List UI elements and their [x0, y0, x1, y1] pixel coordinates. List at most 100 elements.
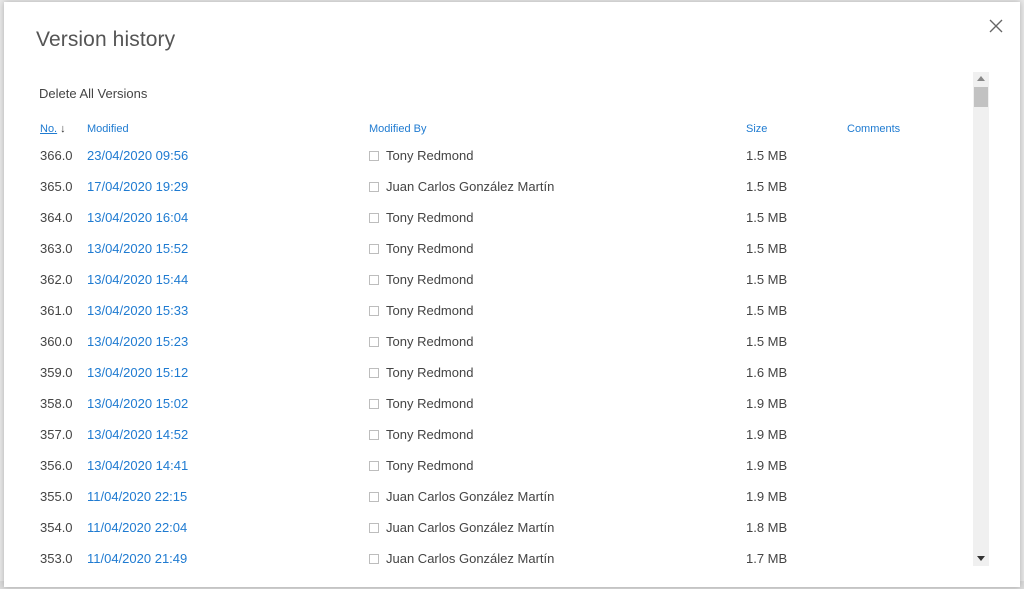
column-header-modified-by[interactable]: Modified By — [369, 118, 746, 140]
table-row: 364.0 13/04/2020 16:04 Tony Redmond 1.5 MB — [36, 202, 970, 233]
table-row: 362.0 13/04/2020 15:44 Tony Redmond 1.5 MB — [36, 264, 970, 295]
version-number: 361.0 — [40, 303, 73, 318]
version-date-link[interactable]: 11/04/2020 21:49 — [87, 551, 187, 566]
size-cell: 1.5 MB — [746, 272, 788, 287]
version-date-link[interactable]: 13/04/2020 15:23 — [87, 334, 188, 349]
version-date-link[interactable]: 11/04/2020 22:15 — [87, 489, 187, 504]
column-header-no-label: No. — [40, 123, 58, 135]
modified-cell: 13/04/2020 16:04 — [87, 202, 369, 233]
user-checkbox[interactable] — [369, 212, 379, 223]
modified-by-name: Tony Redmond — [386, 458, 474, 473]
vertical-scrollbar[interactable] — [973, 72, 989, 566]
version-number: 363.0 — [40, 241, 73, 256]
table-row: 358.0 13/04/2020 15:02 Tony Redmond 1.9 MB — [36, 388, 970, 419]
column-header-comments[interactable]: Comments — [847, 118, 970, 140]
arrow-down-icon: ↓ — [60, 123, 66, 135]
comments-cell — [847, 450, 970, 481]
comments-cell — [847, 388, 970, 419]
version-table: No. ↓ Modified Modified By Size Comments … — [36, 118, 970, 573]
modified-by-cell: Juan Carlos González Martín — [369, 543, 746, 573]
user-checkbox[interactable] — [369, 398, 379, 409]
modified-cell: 23/04/2020 09:56 — [87, 140, 369, 171]
comments-cell — [847, 512, 970, 543]
close-button[interactable] — [986, 16, 1006, 36]
version-number: 365.0 — [40, 179, 73, 194]
user-checkbox[interactable] — [369, 181, 379, 192]
dialog-title: Version history — [36, 28, 176, 51]
version-date-link[interactable]: 23/04/2020 09:56 — [87, 148, 188, 163]
version-number: 356.0 — [40, 458, 73, 473]
modified-by-name: Tony Redmond — [386, 303, 474, 318]
version-date-link[interactable]: 11/04/2020 22:04 — [87, 520, 187, 535]
modified-by-cell: Tony Redmond — [369, 295, 746, 326]
user-checkbox[interactable] — [369, 460, 379, 471]
modified-cell: 11/04/2020 22:04 — [87, 512, 369, 543]
table-row: 353.0 11/04/2020 21:49 Juan Carlos Gonzále… — [36, 543, 970, 573]
modified-by-name: Tony Redmond — [386, 365, 474, 380]
version-date-link[interactable]: 17/04/2020 19:29 — [87, 179, 188, 194]
modified-by-cell: Tony Redmond — [369, 450, 746, 481]
scroll-thumb[interactable] — [974, 87, 988, 107]
version-date-link[interactable]: 13/04/2020 15:02 — [87, 396, 188, 411]
size-cell: 1.5 MB — [746, 210, 788, 225]
version-date-link[interactable]: 13/04/2020 15:44 — [87, 272, 188, 287]
user-checkbox[interactable] — [369, 429, 379, 440]
table-row: 366.0 23/04/2020 09:56 Tony Redmond 1.5 MB — [36, 140, 970, 171]
modified-by-cell: Tony Redmond — [369, 264, 746, 295]
column-header-no[interactable]: No. ↓ — [36, 118, 87, 140]
table-row: 360.0 13/04/2020 15:23 Tony Redmond 1.5 MB — [36, 326, 970, 357]
column-header-size[interactable]: Size — [746, 118, 847, 140]
user-checkbox[interactable] — [369, 274, 379, 285]
scroll-up-arrow-icon[interactable] — [977, 76, 985, 81]
comments-cell — [847, 481, 970, 512]
version-date-link[interactable]: 13/04/2020 16:04 — [87, 210, 188, 225]
comments-cell — [847, 140, 970, 171]
modified-by-name: Juan Carlos González Martín — [386, 489, 555, 504]
user-checkbox[interactable] — [369, 305, 379, 316]
version-date-link[interactable]: 13/04/2020 15:12 — [87, 365, 188, 380]
comments-cell — [847, 171, 970, 202]
version-date-link[interactable]: 13/04/2020 15:33 — [87, 303, 188, 318]
column-header-modified[interactable]: Modified — [87, 118, 369, 140]
size-cell: 1.9 MB — [746, 489, 788, 504]
size-cell: 1.5 MB — [746, 179, 788, 194]
modified-by-name: Juan Carlos González Martín — [386, 520, 555, 535]
size-cell: 1.5 MB — [746, 148, 788, 163]
modified-cell: 11/04/2020 22:15 — [87, 481, 369, 512]
modified-cell: 13/04/2020 15:12 — [87, 357, 369, 388]
user-checkbox[interactable] — [369, 491, 379, 502]
modified-cell: 13/04/2020 15:44 — [87, 264, 369, 295]
version-date-link[interactable]: 13/04/2020 14:41 — [87, 458, 188, 473]
user-checkbox[interactable] — [369, 522, 379, 533]
table-row: 355.0 11/04/2020 22:15 Juan Carlos Gonzále… — [36, 481, 970, 512]
user-checkbox[interactable] — [369, 150, 379, 161]
modified-cell: 13/04/2020 15:02 — [87, 388, 369, 419]
comments-cell — [847, 264, 970, 295]
size-cell: 1.9 MB — [746, 458, 788, 473]
user-checkbox[interactable] — [369, 367, 379, 378]
modified-cell: 11/04/2020 21:49 — [87, 543, 369, 573]
table-row: 365.0 17/04/2020 19:29 Juan Carlos Gonzále… — [36, 171, 970, 202]
modified-cell: 13/04/2020 14:52 — [87, 419, 369, 450]
version-number: 357.0 — [40, 427, 73, 442]
user-checkbox[interactable] — [369, 336, 379, 347]
version-number: 354.0 — [40, 520, 73, 535]
version-number: 358.0 — [40, 396, 73, 411]
scroll-down-arrow-icon[interactable] — [977, 556, 985, 561]
delete-all-versions-link[interactable]: Delete All Versions — [39, 86, 147, 101]
version-date-link[interactable]: 13/04/2020 15:52 — [87, 241, 188, 256]
version-number: 355.0 — [40, 489, 73, 504]
modified-cell: 13/04/2020 15:52 — [87, 233, 369, 264]
user-checkbox[interactable] — [369, 243, 379, 254]
table-row: 357.0 13/04/2020 14:52 Tony Redmond 1.9 MB — [36, 419, 970, 450]
version-date-link[interactable]: 13/04/2020 14:52 — [87, 427, 188, 442]
version-number: 364.0 — [40, 210, 73, 225]
user-checkbox[interactable] — [369, 553, 379, 564]
close-icon — [989, 19, 1003, 33]
modified-by-name: Tony Redmond — [386, 427, 474, 442]
comments-cell — [847, 233, 970, 264]
modified-by-cell: Tony Redmond — [369, 140, 746, 171]
modified-by-cell: Tony Redmond — [369, 326, 746, 357]
modified-by-cell: Juan Carlos González Martín — [369, 481, 746, 512]
modified-cell: 13/04/2020 14:41 — [87, 450, 369, 481]
